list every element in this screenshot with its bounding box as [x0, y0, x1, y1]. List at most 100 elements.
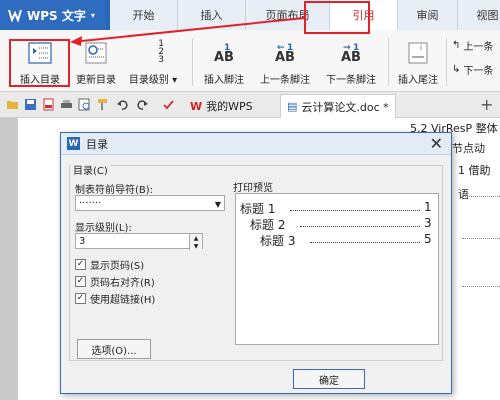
preview-heading-1: 标题 1 [240, 202, 276, 216]
chevron-down-icon: ▾ [90, 10, 95, 20]
next-small-button[interactable]: ↳ 下一条 [452, 62, 493, 77]
update-toc-button[interactable]: 更新目录 [70, 34, 122, 88]
checkbox-box[interactable]: ✓ [75, 293, 86, 304]
close-icon[interactable]: ✕ [430, 134, 443, 153]
ribbon-divider [388, 38, 389, 86]
toc-dialog: W 目录 ✕ 目录(C) 制表符前导符(B): ······· ▼ 显示级别(L… [60, 132, 452, 394]
insert-footnote-button[interactable]: 1 AB 插入脚注 [198, 34, 250, 88]
prev-footnote-label: 上一条脚注 [260, 75, 310, 86]
preview-leader [310, 242, 420, 243]
preview-heading-3: 标题 3 [260, 234, 296, 248]
toc-level-button[interactable]: 1 2 3 目录级别 ▾ [124, 34, 182, 88]
print-icon[interactable] [60, 98, 73, 111]
preview-page-3: 5 [424, 232, 432, 246]
prev-small-button[interactable]: ↰ 上一条 [452, 38, 493, 53]
toc-level-label: 目录级别 ▾ [129, 71, 177, 86]
tab-leader-label: 制表符前导符(B): [75, 185, 154, 196]
check-icon: ✓ [76, 259, 85, 269]
undo-icon[interactable] [116, 98, 129, 111]
show-levels-value: 3 [79, 235, 86, 247]
ribbon-divider [192, 38, 193, 86]
prev-footnote-icon: ← 1 AB [275, 43, 295, 64]
preview-page-2: 3 [424, 216, 432, 230]
check-icon: ✓ [76, 276, 85, 286]
insert-toc-button[interactable]: 插入目录 [14, 34, 66, 88]
doc-tab-label: 云计算论文.doc * [301, 100, 389, 114]
insert-endnote-button[interactable]: i 插入尾注 [392, 34, 444, 88]
next-footnote-button[interactable]: → 1 AB 下一条脚注 [320, 34, 382, 88]
doc-text-line: 语 [458, 188, 469, 201]
tab-view[interactable]: 视图 [458, 0, 500, 30]
preview-page-1: 1 [424, 200, 432, 214]
format-painter-icon[interactable] [96, 98, 109, 111]
redo-icon[interactable] [136, 98, 149, 111]
title-bar: WPS 文字 ▾ 开始 插入 页面布局 引用 审阅 视图 [0, 0, 500, 30]
options-button[interactable]: 选项(O)... [77, 339, 151, 359]
prev-footnote-button[interactable]: ← 1 AB 上一条脚注 [254, 34, 316, 88]
export-pdf-icon[interactable] [42, 98, 55, 111]
insert-toc-label: 插入目录 [20, 75, 60, 86]
toc-icon [28, 42, 52, 64]
toc-level-icon: 1 2 3 [142, 38, 164, 65]
doc-dotted-line [462, 286, 500, 287]
dialog-title: 目录 [86, 137, 108, 151]
next-arrow-icon: ↳ [452, 64, 461, 75]
use-hyperlinks-checkbox[interactable]: ✓ 使用超链接(H) [75, 291, 155, 306]
new-tab-plus-icon[interactable]: + [480, 95, 493, 114]
customize-icon[interactable] [162, 98, 175, 111]
ribbon-divider [446, 38, 447, 86]
show-page-numbers-checkbox[interactable]: ✓ 显示页码(S) [75, 257, 144, 272]
show-levels-label: 显示级别(L): [75, 223, 132, 234]
doc-tab-my-wps[interactable]: W 我的WPS [184, 94, 259, 118]
app-name: WPS 文字 [27, 8, 86, 23]
doc-dotted-line [462, 238, 500, 239]
open-folder-icon[interactable] [6, 98, 19, 111]
tab-review[interactable]: 审阅 [398, 0, 458, 30]
doc-tab-current[interactable]: ▤ 云计算论文.doc * [280, 94, 396, 118]
next-footnote-label: 下一条脚注 [326, 75, 376, 86]
doc-text-line: 1 借助 [458, 164, 491, 177]
wps-logo-icon [8, 9, 22, 22]
ribbon: 插入目录 更新目录 1 2 3 目录级别 ▾ 1 AB 插入脚注 ← 1 AB … [0, 30, 500, 92]
preview-leader [290, 210, 420, 211]
tab-leader-select[interactable]: ······· ▼ [75, 195, 225, 211]
right-align-page-numbers-checkbox[interactable]: ✓ 页码右对齐(R) [75, 274, 155, 289]
print-preview-icon[interactable] [78, 98, 91, 111]
dropdown-arrow-icon: ▼ [214, 200, 221, 209]
show-levels-input[interactable]: 3 ▲ ▼ [75, 233, 203, 250]
prev-small-label: 上一条 [463, 42, 494, 53]
checkbox-label: 使用超链接(H) [90, 295, 156, 306]
tab-insert[interactable]: 插入 [178, 0, 246, 30]
checkbox-label: 显示页码(S) [90, 261, 145, 272]
spin-up-icon[interactable]: ▲ [194, 235, 199, 242]
wps-logo-icon: W [190, 99, 203, 113]
tab-leader-value: ······· [79, 197, 102, 209]
preview-leader [300, 226, 420, 227]
doc-tab-label: 我的WPS [206, 100, 253, 113]
footnote-icon: 1 AB [214, 43, 234, 64]
checkbox-box[interactable]: ✓ [75, 259, 86, 270]
spinner[interactable]: ▲ ▼ [189, 234, 202, 250]
tab-references[interactable]: 引用 [330, 0, 398, 30]
preview-label: 打印预览 [233, 183, 273, 194]
chevron-down-icon: ▾ [172, 75, 178, 86]
ok-button[interactable]: 确定 [293, 369, 365, 389]
document-icon: ▤ [287, 100, 298, 113]
dialog-title-bar[interactable]: W 目录 ✕ [61, 133, 451, 155]
spin-down-icon[interactable]: ▼ [194, 243, 199, 250]
level-digit: 3 [158, 55, 164, 65]
toc-group-label: 目录(C) [71, 162, 110, 177]
footnote-sup: 1 [224, 43, 231, 53]
prev-arrow-icon: ↰ [452, 40, 461, 51]
app-menu-button[interactable]: WPS 文字 ▾ [0, 0, 106, 30]
check-icon: ✓ [76, 293, 85, 303]
arrow-right-icon: → [343, 43, 351, 53]
menu-tabs: 开始 插入 页面布局 引用 审阅 视图 [110, 0, 500, 30]
save-icon[interactable] [24, 98, 37, 111]
footnote-sup: 1 [353, 43, 360, 53]
update-toc-icon [85, 42, 107, 64]
checkbox-box[interactable]: ✓ [75, 276, 86, 287]
update-toc-label: 更新目录 [76, 75, 116, 86]
tab-page-layout[interactable]: 页面布局 [246, 0, 330, 30]
tab-home[interactable]: 开始 [110, 0, 178, 30]
